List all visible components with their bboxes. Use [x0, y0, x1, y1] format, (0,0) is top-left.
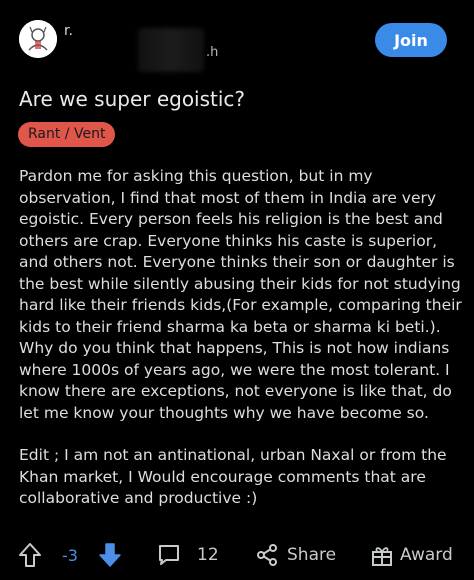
comment-count: 12: [197, 545, 219, 565]
post-body-paragraph: Pardon me for asking this question, but …: [19, 167, 462, 422]
award-icon: [372, 547, 392, 566]
award-button[interactable]: Award: [371, 537, 453, 573]
upvote-icon: [19, 543, 41, 567]
subreddit-avatar-icon: [19, 20, 57, 58]
share-label: Share: [287, 545, 337, 565]
share-button[interactable]: Share: [256, 537, 336, 573]
post-body: Pardon me for asking this question, but …: [19, 166, 465, 531]
downvote-icon: [99, 543, 121, 567]
award-label: Award: [400, 545, 453, 565]
upvote-button[interactable]: [18, 537, 42, 573]
post-header: r. .h Join: [0, 0, 474, 80]
share-icon: [257, 544, 277, 566]
post-action-bar: -3 12 Share Award: [0, 537, 474, 573]
comments-button[interactable]: 12: [157, 537, 219, 573]
vote-count: -3: [62, 545, 78, 565]
subreddit-avatar[interactable]: [19, 20, 57, 58]
post-flair[interactable]: Rant / Vent: [18, 122, 116, 147]
post-title: Are we super egoistic?: [19, 87, 246, 111]
redacted-author: [138, 28, 204, 72]
comment-icon: [159, 545, 179, 565]
author-name[interactable]: .h: [206, 45, 218, 60]
post-body-edit-paragraph: Edit ; I am not an antinational, urban N…: [19, 446, 447, 507]
downvote-button[interactable]: [98, 537, 122, 573]
subreddit-name[interactable]: r.: [64, 23, 73, 39]
join-button[interactable]: Join: [375, 23, 447, 57]
